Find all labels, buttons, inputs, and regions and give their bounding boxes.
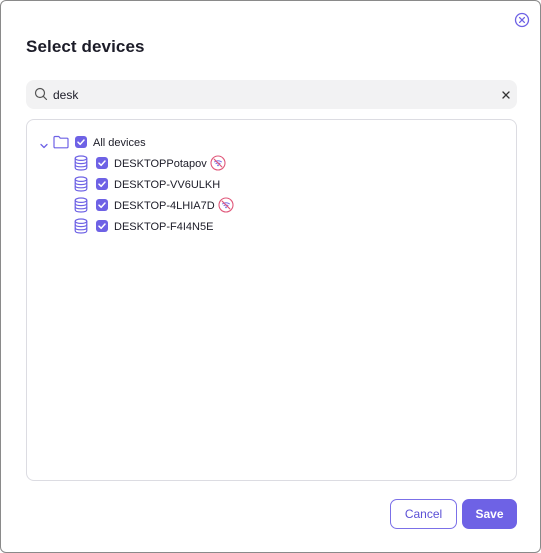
database-icon	[74, 218, 88, 234]
cancel-button[interactable]: Cancel	[390, 499, 457, 529]
device-row[interactable]: DESKTOPPotapov	[27, 154, 516, 174]
save-button[interactable]: Save	[462, 499, 517, 529]
device-checkbox[interactable]	[96, 199, 108, 211]
device-label: DESKTOPPotapov	[114, 158, 207, 170]
select-devices-dialog: Select devices desk All devices DESKTOPP…	[0, 0, 541, 553]
device-label: DESKTOP-F4I4N5E	[114, 221, 214, 233]
folder-icon	[53, 135, 69, 149]
database-icon	[74, 176, 88, 192]
device-label: DESKTOP-VV6ULKH	[114, 179, 221, 191]
database-icon	[74, 197, 88, 213]
device-checkbox[interactable]	[96, 220, 108, 232]
close-icon[interactable]	[514, 12, 530, 28]
dialog-title: Select devices	[26, 37, 145, 56]
offline-badge-icon	[210, 155, 226, 171]
device-tree: All devices DESKTOPPotapov DESKTOP-VV6UL…	[26, 119, 517, 481]
clear-icon[interactable]	[500, 88, 512, 100]
device-label: DESKTOP-4LHIA7D	[114, 200, 215, 212]
database-icon	[74, 155, 88, 171]
chevron-down-icon[interactable]	[39, 138, 49, 149]
all-devices-label: All devices	[93, 137, 146, 149]
device-checkbox[interactable]	[96, 157, 108, 169]
device-row[interactable]: DESKTOP-F4I4N5E	[27, 217, 516, 237]
device-row[interactable]: DESKTOP-4LHIA7D	[27, 196, 516, 216]
search-bar	[26, 80, 517, 109]
device-row[interactable]: DESKTOP-VV6ULKH	[27, 175, 516, 195]
device-checkbox[interactable]	[96, 178, 108, 190]
search-input[interactable]	[53, 80, 493, 109]
tree-root-row[interactable]: All devices	[27, 133, 516, 153]
search-icon	[34, 87, 48, 101]
offline-badge-icon	[218, 197, 234, 213]
all-devices-checkbox[interactable]	[75, 136, 87, 148]
